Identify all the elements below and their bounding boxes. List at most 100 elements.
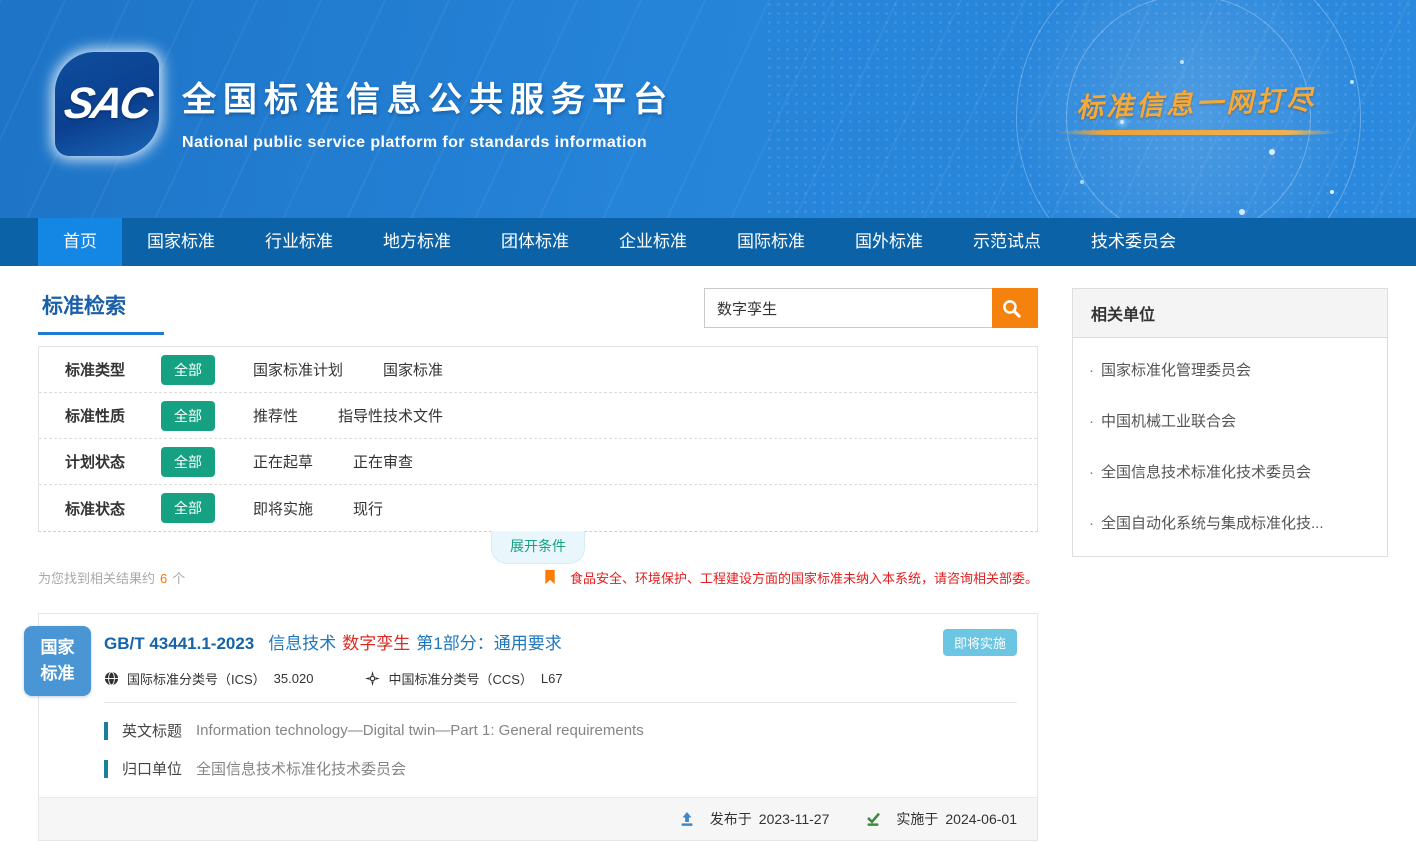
bullet-decoration: ·: [1089, 413, 1094, 430]
result-count-suffix: 个: [172, 571, 185, 586]
standard-type-badge-line2: 标准: [24, 661, 91, 687]
related-unit-link[interactable]: · 中国机械工业联合会: [1073, 395, 1387, 446]
exclusion-notice-text: 食品安全、环境保护、工程建设方面的国家标准未纳入本系统，请咨询相关部委。: [570, 568, 1038, 587]
standard-title-highlight: 数字孪生: [342, 634, 410, 653]
filter-label: 计划状态: [65, 451, 161, 472]
filter-row-standard-type: 标准类型 全部 国家标准计划 国家标准: [39, 347, 1037, 393]
standard-code: GB/T 43441.1-2023: [104, 634, 254, 653]
site-header: SAC 全国标准信息公共服务平台 National public service…: [0, 0, 1416, 218]
standard-type-badge-line1: 国家: [24, 635, 91, 661]
filter-row-standard-status: 标准状态 全部 即将实施 现行: [39, 485, 1037, 531]
standard-title-link[interactable]: GB/T 43441.1-2023信息技术数字孪生第1部分：通用要求: [104, 629, 562, 654]
related-unit-label: 中国机械工业联合会: [1101, 413, 1236, 430]
filter-option[interactable]: 推荐性: [253, 405, 298, 426]
filter-option[interactable]: 正在审查: [353, 451, 413, 472]
slogan-block: 标准信息一网打尽: [1046, 82, 1346, 135]
nav-item-enterprise-standards[interactable]: 企业标准: [594, 218, 712, 266]
bullet-decoration: ·: [1089, 362, 1094, 379]
standard-result-card: 国家 标准 GB/T 43441.1-2023信息技术数字孪生第1部分：通用要求…: [38, 613, 1038, 841]
card-title-row: GB/T 43441.1-2023信息技术数字孪生第1部分：通用要求 即将实施: [39, 614, 1037, 656]
search-box: [704, 288, 1038, 328]
search-section-header: 标准检索: [38, 288, 1038, 346]
nav-item-pilot-demo[interactable]: 示范试点: [948, 218, 1066, 266]
search-input[interactable]: [704, 288, 992, 328]
site-titles: 全国标准信息公共服务平台 National public service pla…: [182, 72, 674, 152]
filter-all-button[interactable]: 全部: [161, 355, 215, 385]
standard-type-badge: 国家 标准: [24, 626, 91, 696]
sac-logo[interactable]: SAC: [55, 52, 159, 156]
main-content: 标准检索 标准类型 全部 国家标准计划 国家标准: [0, 266, 1416, 841]
published-date-item: 发布于 2023-11-27: [679, 809, 830, 829]
bookmark-icon: [544, 570, 556, 585]
standard-title-part1: 信息技术: [268, 634, 336, 653]
filter-row-plan-status: 计划状态 全部 正在起草 正在审查: [39, 439, 1037, 485]
implemented-date-item: 实施于 2024-06-01: [865, 809, 1017, 829]
filter-all-button[interactable]: 全部: [161, 447, 215, 477]
result-count-number: 6: [160, 571, 167, 586]
filter-option[interactable]: 即将实施: [253, 498, 313, 519]
implemented-date: 2024-06-01: [945, 811, 1017, 827]
filter-row-standard-nature: 标准性质 全部 推荐性 指导性技术文件: [39, 393, 1037, 439]
nav-item-home[interactable]: 首页: [38, 218, 122, 266]
nav-item-foreign-standards[interactable]: 国外标准: [830, 218, 948, 266]
filter-option[interactable]: 国家标准: [383, 359, 443, 380]
field-bar-decoration: [104, 722, 108, 740]
committee-label: 归口单位: [122, 758, 182, 779]
compass-icon: [365, 671, 380, 686]
filter-option[interactable]: 国家标准计划: [253, 359, 343, 380]
english-title-value: Information technology—Digital twin—Part…: [196, 722, 644, 739]
english-title-field: 英文标题 Information technology—Digital twin…: [104, 720, 1017, 741]
filter-label: 标准性质: [65, 405, 161, 426]
nav-item-national-standards[interactable]: 国家标准: [122, 218, 240, 266]
ccs-label: 中国标准分类号（CCS）: [388, 669, 532, 688]
bullet-decoration: ·: [1089, 464, 1094, 481]
nav-item-local-standards[interactable]: 地方标准: [358, 218, 476, 266]
search-button[interactable]: [992, 288, 1038, 328]
nav-item-group-standards[interactable]: 团体标准: [476, 218, 594, 266]
committee-value: 全国信息技术标准化技术委员会: [196, 758, 406, 779]
publish-upload-icon: [679, 811, 695, 827]
nav-item-technical-committees[interactable]: 技术委员会: [1066, 218, 1201, 266]
filter-label: 标准状态: [65, 498, 161, 519]
filter-option[interactable]: 现行: [353, 498, 383, 519]
related-units-list: ·国家标准化管理委员会 · 中国机械工业联合会 ·全国信息技术标准化技术委员会 ·…: [1073, 338, 1387, 556]
related-unit-link[interactable]: ·全国信息技术标准化技术委员会: [1073, 446, 1387, 497]
filter-label: 标准类型: [65, 359, 161, 380]
slogan-text: 标准信息一网打尽: [1045, 77, 1346, 126]
field-bar-decoration: [104, 760, 108, 778]
related-units-title: 相关单位: [1073, 289, 1387, 338]
results-info-row: 为您找到相关结果约 6个 食品安全、环境保护、工程建设方面的国家标准未纳入本系统，…: [38, 568, 1038, 587]
ccs-value: L67: [541, 671, 563, 686]
globe-icon: [104, 671, 119, 686]
english-title-label: 英文标题: [122, 720, 182, 741]
filter-option[interactable]: 正在起草: [253, 451, 313, 472]
published-date: 2023-11-27: [759, 811, 830, 827]
result-count: 为您找到相关结果约 6个: [38, 568, 185, 587]
result-count-prefix: 为您找到相关结果约: [38, 571, 155, 586]
related-unit-label: 全国自动化系统与集成标准化技...: [1101, 515, 1324, 532]
site-title-chinese: 全国标准信息公共服务平台: [182, 72, 674, 121]
page-title: 标准检索: [38, 288, 164, 335]
status-badge: 即将实施: [943, 629, 1017, 656]
card-footer: 发布于 2023-11-27 实施于 2024-06-01: [39, 797, 1037, 840]
filter-all-button[interactable]: 全部: [161, 401, 215, 431]
bullet-decoration: ·: [1089, 515, 1094, 532]
related-unit-link[interactable]: · 全国自动化系统与集成标准化技...: [1073, 497, 1387, 548]
related-unit-link[interactable]: ·国家标准化管理委员会: [1073, 344, 1387, 395]
filter-all-button[interactable]: 全部: [161, 493, 215, 523]
committee-field: 归口单位 全国信息技术标准化技术委员会: [104, 758, 1017, 779]
published-label: 发布于: [710, 809, 752, 829]
implement-check-icon: [865, 811, 881, 827]
expand-conditions-button[interactable]: 展开条件: [491, 531, 585, 564]
nav-item-international-standards[interactable]: 国际标准: [712, 218, 830, 266]
main-navigation: 首页 国家标准 行业标准 地方标准 团体标准 企业标准 国际标准 国外标准 示范…: [0, 218, 1416, 266]
filter-option[interactable]: 指导性技术文件: [338, 405, 443, 426]
implemented-label: 实施于: [896, 809, 938, 829]
site-title-english: National public service platform for sta…: [182, 134, 674, 152]
nav-item-industry-standards[interactable]: 行业标准: [240, 218, 358, 266]
ics-label: 国际标准分类号（ICS）: [127, 669, 266, 688]
classification-row: 国际标准分类号（ICS） 35.020 中国标准分类号（CCS） L67: [39, 656, 1037, 702]
exclusion-notice: 食品安全、环境保护、工程建设方面的国家标准未纳入本系统，请咨询相关部委。: [544, 568, 1038, 587]
search-icon: [1001, 298, 1022, 319]
filter-panel: 标准类型 全部 国家标准计划 国家标准 标准性质 全部 推荐性 指导性技术文件 …: [38, 346, 1038, 532]
